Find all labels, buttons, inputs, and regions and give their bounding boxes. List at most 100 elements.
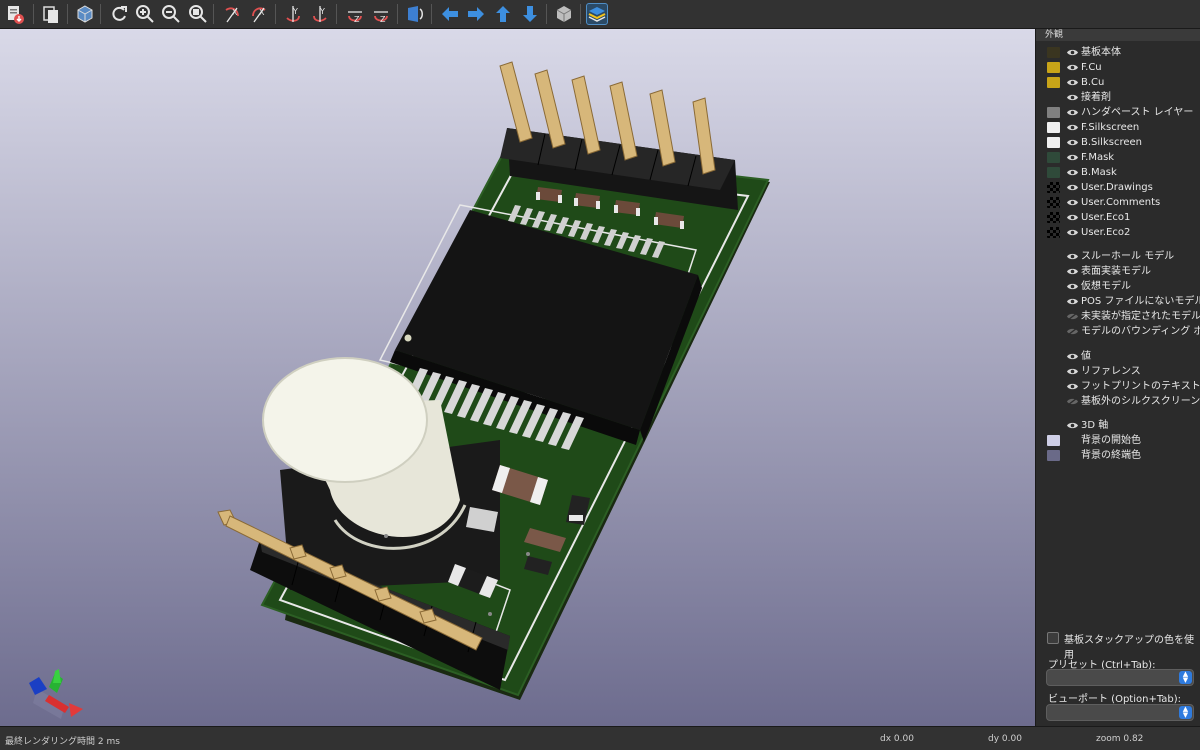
layer-row[interactable]: リファレンス [1036, 364, 1200, 379]
layer-row[interactable]: 背景の終端色 [1036, 448, 1200, 463]
layer-row[interactable]: 値 [1036, 349, 1200, 364]
eye-icon[interactable] [1066, 198, 1079, 207]
reload-icon[interactable] [108, 3, 130, 25]
eye-icon[interactable] [1066, 93, 1079, 102]
arrow-left-icon[interactable] [439, 3, 461, 25]
eye-icon[interactable] [1066, 352, 1079, 361]
status-bar: 最終レンダリング時間 2 ms dx 0.00 dy 0.00 zoom 0.8… [0, 726, 1200, 750]
layer-row[interactable]: F.Mask [1036, 150, 1200, 165]
eye-icon[interactable] [1066, 168, 1079, 177]
layer-row[interactable]: User.Eco2 [1036, 225, 1200, 240]
layer-label: B.Silkscreen [1081, 137, 1142, 148]
rotate-z-ccw-icon[interactable]: Z [370, 3, 392, 25]
layer-row[interactable]: POS ファイルにないモデル [1036, 294, 1200, 309]
layer-row[interactable]: B.Silkscreen [1036, 135, 1200, 150]
copy-icon[interactable] [40, 3, 62, 25]
eye-icon[interactable] [1066, 138, 1079, 147]
eye-icon[interactable] [1066, 123, 1079, 132]
raytrace-icon[interactable] [74, 3, 96, 25]
layer-row[interactable]: 表面実装モデル [1036, 264, 1200, 279]
layer-row[interactable]: User.Eco1 [1036, 210, 1200, 225]
layer-row[interactable]: ハンダペースト レイヤー [1036, 105, 1200, 120]
layer-label: User.Eco2 [1081, 227, 1131, 238]
rotate-z-cw-icon[interactable]: Z [344, 3, 366, 25]
layer-color-swatch[interactable] [1047, 182, 1060, 193]
eye-icon[interactable] [1066, 228, 1079, 237]
eye-icon[interactable] [1066, 108, 1079, 117]
flip-board-icon[interactable] [404, 3, 426, 25]
layer-row[interactable]: 未実装が指定されたモデル [1036, 309, 1200, 324]
eye-icon[interactable] [1066, 213, 1079, 222]
layers-manager-icon[interactable] [586, 3, 608, 25]
layer-row[interactable]: F.Silkscreen [1036, 120, 1200, 135]
layer-label: B.Cu [1081, 77, 1105, 88]
layer-color-swatch[interactable] [1047, 152, 1060, 163]
layer-label: 未実装が指定されたモデル [1081, 311, 1200, 322]
layer-row[interactable]: 背景の開始色 [1036, 433, 1200, 448]
layer-color-swatch[interactable] [1047, 212, 1060, 223]
3d-viewport[interactable] [0, 29, 1035, 726]
layer-label: 表面実装モデル [1081, 266, 1151, 277]
rotate-y-cw-icon[interactable]: Y [282, 3, 304, 25]
layer-row[interactable]: 基板本体 [1036, 45, 1200, 60]
layer-label: F.Mask [1081, 152, 1115, 163]
rotate-x-ccw-icon[interactable]: X [248, 3, 270, 25]
layer-row[interactable]: スルーホール モデル [1036, 249, 1200, 264]
rotate-x-cw-icon[interactable]: X [221, 3, 243, 25]
export-icon[interactable] [4, 3, 26, 25]
eye-icon[interactable] [1066, 153, 1079, 162]
layer-color-swatch[interactable] [1047, 450, 1060, 461]
layer-row[interactable]: F.Cu [1036, 60, 1200, 75]
layer-row[interactable]: フットプリントのテキスト [1036, 379, 1200, 394]
eye-icon[interactable] [1066, 367, 1079, 376]
layer-row[interactable]: B.Cu [1036, 75, 1200, 90]
layer-label: 3D 軸 [1081, 420, 1109, 431]
arrow-right-icon[interactable] [465, 3, 487, 25]
layer-color-swatch[interactable] [1047, 167, 1060, 178]
layer-color-swatch[interactable] [1047, 47, 1060, 58]
eye-icon[interactable] [1066, 48, 1079, 57]
zoom-fit-icon[interactable] [187, 3, 209, 25]
eye-icon[interactable] [1066, 252, 1079, 261]
eye-icon[interactable] [1066, 183, 1079, 192]
arrow-down-icon[interactable] [519, 3, 541, 25]
eye-icon[interactable] [1066, 327, 1079, 336]
layer-label: User.Drawings [1081, 182, 1153, 193]
eye-icon[interactable] [1066, 382, 1079, 391]
render-time: 最終レンダリング時間 2 ms [5, 737, 120, 747]
layer-color-swatch[interactable] [1047, 227, 1060, 238]
ortho-icon[interactable] [553, 3, 575, 25]
layer-color-swatch[interactable] [1047, 77, 1060, 88]
layer-row[interactable]: B.Mask [1036, 165, 1200, 180]
layer-row[interactable]: 仮想モデル [1036, 279, 1200, 294]
eye-icon[interactable] [1066, 282, 1079, 291]
stackup-color-checkbox[interactable] [1047, 632, 1059, 644]
eye-icon[interactable] [1066, 63, 1079, 72]
eye-icon[interactable] [1066, 397, 1079, 406]
layer-color-swatch[interactable] [1047, 197, 1060, 208]
layer-color-swatch[interactable] [1047, 122, 1060, 133]
layer-row[interactable]: 接着剤 [1036, 90, 1200, 105]
eye-icon[interactable] [1066, 421, 1079, 430]
layer-row[interactable]: User.Drawings [1036, 180, 1200, 195]
eye-icon[interactable] [1066, 78, 1079, 87]
eye-icon[interactable] [1066, 312, 1079, 321]
layer-color-swatch[interactable] [1047, 62, 1060, 73]
viewport-select[interactable]: ▲ ▼ [1046, 704, 1194, 721]
arrow-up-icon[interactable] [492, 3, 514, 25]
layer-color-swatch[interactable] [1047, 435, 1060, 446]
axis-gizmo [29, 669, 83, 719]
eye-icon[interactable] [1066, 297, 1079, 306]
zoom-in-icon[interactable] [134, 3, 156, 25]
layer-color-swatch[interactable] [1047, 107, 1060, 118]
layer-row[interactable]: User.Comments [1036, 195, 1200, 210]
eye-icon[interactable] [1066, 267, 1079, 276]
layer-row[interactable]: 基板外のシルクスクリーン [1036, 394, 1200, 409]
zoom-out-icon[interactable] [160, 3, 182, 25]
preset-select[interactable]: ▲ ▼ [1046, 669, 1194, 686]
layer-color-swatch[interactable] [1047, 137, 1060, 148]
rotate-y-ccw-icon[interactable]: Y [309, 3, 331, 25]
layer-row[interactable]: 3D 軸 [1036, 418, 1200, 433]
layer-row[interactable]: モデルのバウンディング ボックス [1036, 324, 1200, 339]
layer-label: POS ファイルにないモデル [1081, 296, 1200, 307]
